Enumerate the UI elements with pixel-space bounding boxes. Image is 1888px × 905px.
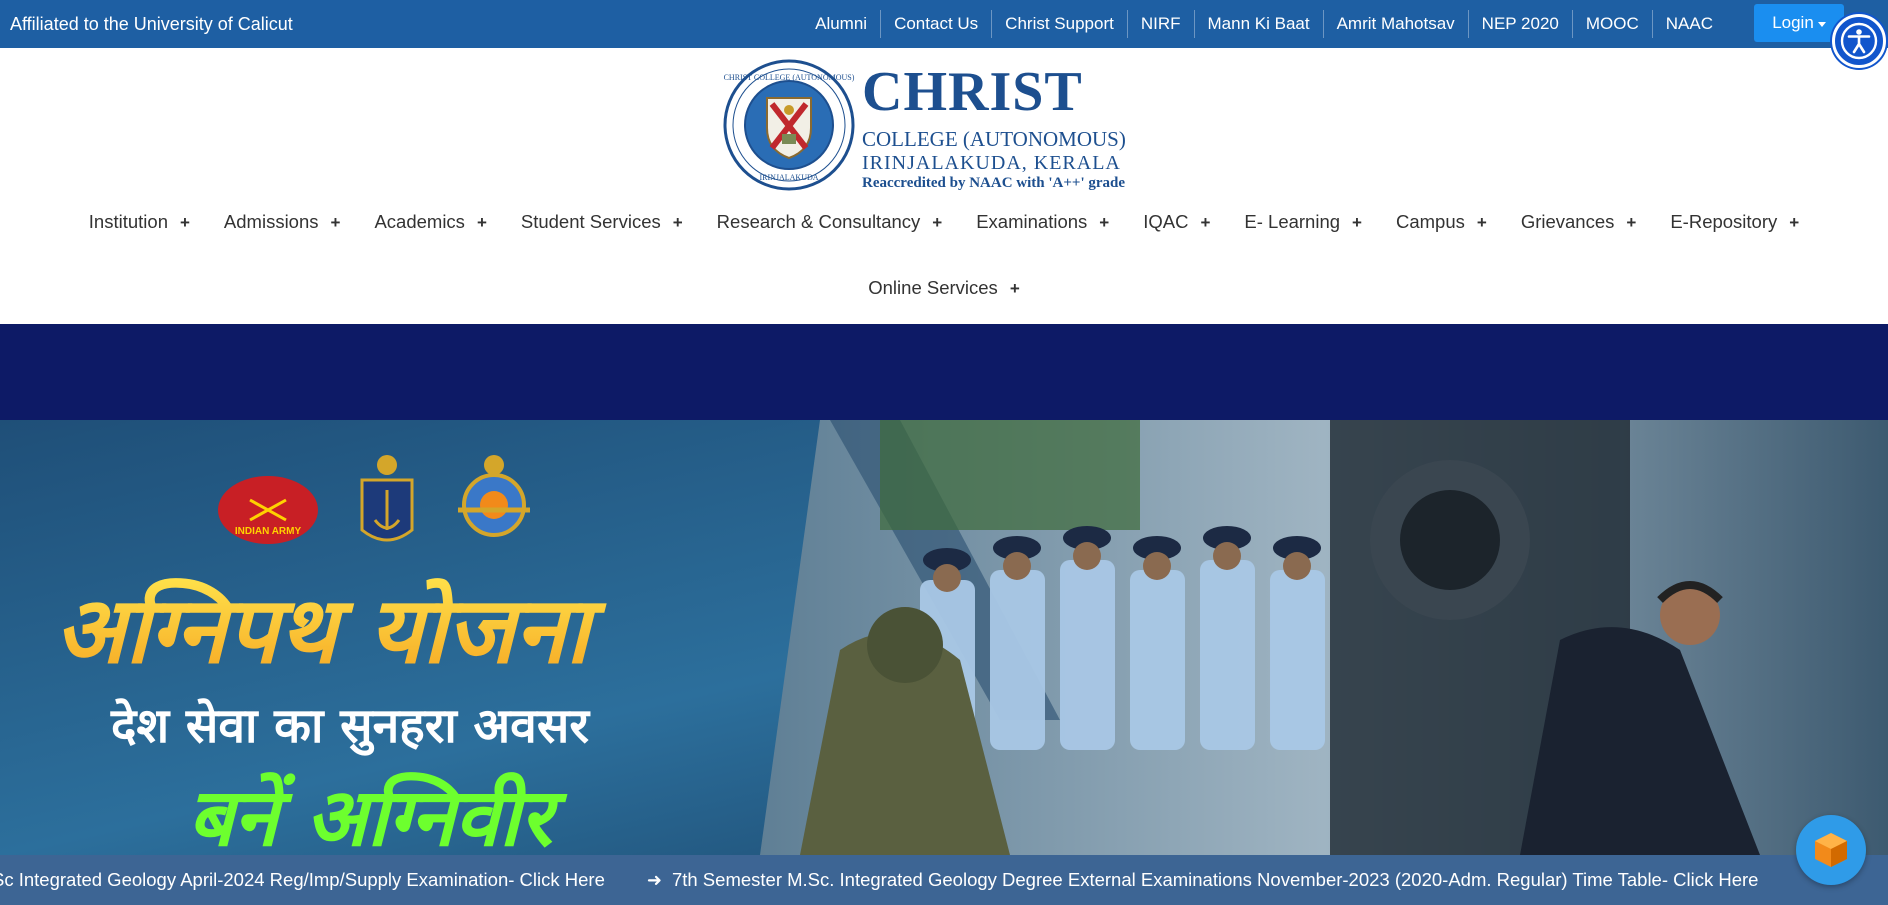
affiliation-text: Affiliated to the University of Calicut bbox=[10, 14, 293, 34]
header-band bbox=[0, 324, 1888, 420]
army-emblem-label: INDIAN ARMY bbox=[235, 526, 302, 537]
nav-item-campus[interactable]: Campus + bbox=[1379, 211, 1504, 233]
nav-label: Academics bbox=[374, 211, 465, 232]
plus-icon: + bbox=[476, 212, 487, 232]
nav-label: E- Learning bbox=[1244, 211, 1341, 232]
nav-item-examinations[interactable]: Examinations + bbox=[959, 211, 1126, 233]
brand-accreditation: Reaccredited by NAAC with 'A++' grade bbox=[862, 175, 1126, 191]
top-link-naac[interactable]: NAAC bbox=[1651, 10, 1726, 38]
plus-icon: + bbox=[1789, 212, 1800, 232]
plus-icon: + bbox=[1352, 212, 1362, 232]
nav-label: Online Services bbox=[868, 277, 998, 298]
plus-icon: + bbox=[1476, 212, 1487, 232]
top-link-contact-us[interactable]: Contact Us bbox=[880, 10, 991, 38]
nav-item-academics[interactable]: Academics + bbox=[357, 211, 503, 233]
chat-cube-icon[interactable] bbox=[1796, 815, 1866, 885]
top-link-nirf[interactable]: NIRF bbox=[1126, 10, 1194, 38]
college-logo[interactable]: CHRIST COLLEGE (AUTONOMOUS) IRINJALAKUDA… bbox=[722, 56, 1162, 196]
hero-banner[interactable]: INDIAN ARMY अग्निपथ योजना देश सेवा का सु… bbox=[0, 420, 1888, 855]
nav-item-e-repository[interactable]: E-Repository + bbox=[1653, 211, 1816, 233]
login-button[interactable]: Login bbox=[1754, 4, 1844, 42]
brand-location: IRINJALAKUDA, KERALA bbox=[862, 152, 1121, 174]
nav-label: IQAC bbox=[1143, 211, 1189, 232]
arrow-right-icon: ➜ bbox=[646, 869, 662, 890]
top-link-alumni[interactable]: Alumni bbox=[802, 10, 880, 38]
seal-bottom-text: IRINJALAKUDA bbox=[759, 173, 818, 182]
plus-icon: + bbox=[1626, 212, 1637, 232]
brand-name: CHRIST bbox=[862, 61, 1083, 123]
nav-label: Student Services bbox=[520, 211, 661, 232]
ticker-item[interactable]: Sc Integrated Geology April-2024 Reg/Imp… bbox=[0, 869, 605, 891]
plus-icon: + bbox=[330, 212, 341, 232]
ticker-track: Sc Integrated Geology April-2024 Reg/Imp… bbox=[0, 855, 1758, 905]
nav-label: Examinations bbox=[976, 211, 1088, 232]
army-emblem-icon: INDIAN ARMY bbox=[218, 476, 318, 544]
college-seal-icon: CHRIST COLLEGE (AUTONOMOUS) IRINJALAKUDA bbox=[723, 59, 855, 191]
plus-icon: + bbox=[1099, 212, 1110, 232]
plus-icon: + bbox=[179, 212, 190, 232]
caret-down-icon bbox=[1817, 21, 1826, 27]
nav-label: Admissions bbox=[223, 211, 319, 232]
login-label: Login bbox=[1772, 13, 1814, 32]
plus-icon: + bbox=[1200, 212, 1211, 232]
agnipath-banner-image: INDIAN ARMY अग्निपथ योजना देश सेवा का सु… bbox=[0, 420, 1888, 855]
main-nav: Institution + Admissions + Academics + Stud… bbox=[0, 202, 1888, 242]
news-ticker: Sc Integrated Geology April-2024 Reg/Imp… bbox=[0, 855, 1888, 905]
nav-item-e-learning[interactable]: E- Learning + bbox=[1227, 211, 1379, 233]
top-link-mooc[interactable]: MOOC bbox=[1571, 10, 1652, 38]
nav-label: Campus bbox=[1395, 211, 1465, 232]
nav-label: Research & Consultancy bbox=[716, 211, 921, 232]
top-link-nep-2020[interactable]: NEP 2020 bbox=[1467, 10, 1572, 38]
banner-subline: देश सेवा का सुनहरा अवसर bbox=[110, 698, 591, 756]
top-link-amrit-mahotsav[interactable]: Amrit Mahotsav bbox=[1322, 10, 1468, 38]
top-link-mann-ki-baat[interactable]: Mann Ki Baat bbox=[1193, 10, 1323, 38]
nav-label: Grievances bbox=[1520, 211, 1615, 232]
banner-headline: अग्निपथ योजना bbox=[55, 577, 608, 684]
plus-icon: + bbox=[1009, 278, 1020, 298]
nav-item-online-services[interactable]: Online Services + bbox=[851, 277, 1037, 299]
nav-item-student-services[interactable]: Student Services + bbox=[504, 211, 700, 233]
nav-item-research-consultancy[interactable]: Research & Consultancy + bbox=[700, 211, 960, 233]
top-links: Alumni Contact Us Christ Support NIRF Ma… bbox=[802, 0, 1726, 48]
ticker-item[interactable]: 7th Semester M.Sc. Integrated Geology De… bbox=[672, 869, 1759, 891]
top-bar: Affiliated to the University of Calicut … bbox=[0, 0, 1888, 48]
plus-icon: + bbox=[672, 212, 683, 232]
nav-item-admissions[interactable]: Admissions + bbox=[207, 211, 358, 233]
accessibility-icon[interactable] bbox=[1832, 14, 1886, 68]
seal-top-text: CHRIST COLLEGE (AUTONOMOUS) bbox=[724, 73, 855, 82]
brand-subtitle: COLLEGE (AUTONOMOUS) bbox=[862, 127, 1126, 151]
top-link-christ-support[interactable]: Christ Support bbox=[991, 10, 1127, 38]
nav-label: E-Repository bbox=[1670, 211, 1778, 232]
main-nav-row-2: Online Services + bbox=[0, 268, 1888, 308]
nav-label: Institution bbox=[88, 211, 168, 232]
nav-item-grievances[interactable]: Grievances + bbox=[1504, 211, 1654, 233]
nav-item-iqac[interactable]: IQAC + bbox=[1126, 211, 1227, 233]
banner-tagline: बनें अग्निवीर bbox=[188, 771, 568, 855]
nav-item-institution[interactable]: Institution + bbox=[72, 211, 207, 233]
plus-icon: + bbox=[932, 212, 943, 232]
